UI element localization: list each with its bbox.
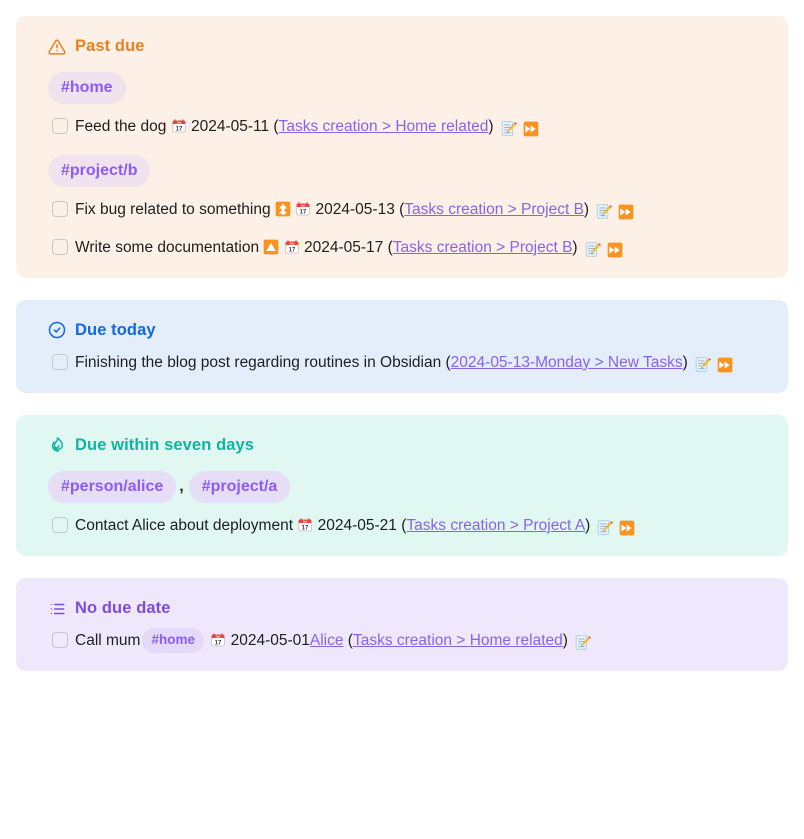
section-due-today: Due today Finishing the blog post regard… bbox=[16, 299, 788, 393]
tag-group: #person/alice, #project/a bbox=[48, 470, 772, 503]
calendar-icon: July 17 bbox=[295, 201, 311, 218]
inline-tag[interactable]: #home bbox=[142, 628, 204, 653]
task-row: Fix bug related to something July 17 202… bbox=[52, 197, 772, 222]
task-source-link[interactable]: Tasks creation > Project B bbox=[393, 239, 573, 256]
postpone-icon[interactable] bbox=[523, 121, 539, 137]
task-content: Contact Alice about deployment July 17 2… bbox=[75, 513, 772, 538]
task-list: Call mum #home July 17 2024-05-01Alice (T… bbox=[32, 628, 772, 653]
svg-text:17: 17 bbox=[302, 525, 309, 531]
tasks-query-results: Past due #home Feed the dog July 17 2024-… bbox=[0, 0, 804, 839]
task-list: Contact Alice about deployment July 17 2… bbox=[32, 513, 772, 538]
calendar-icon: July 17 bbox=[210, 632, 226, 649]
section-header-due-week: Due within seven days bbox=[48, 436, 772, 455]
task-content: Call mum #home July 17 2024-05-01Alice (T… bbox=[75, 628, 772, 653]
task-list: Finishing the blog post regarding routin… bbox=[32, 350, 772, 375]
section-title: Due today bbox=[75, 320, 156, 339]
task-source-link[interactable]: Tasks creation > Home related bbox=[353, 632, 563, 649]
section-no-due: No due date Call mum #home July 17 2024-0… bbox=[16, 578, 788, 672]
postpone-icon[interactable] bbox=[607, 242, 623, 258]
task-content: Fix bug related to something July 17 202… bbox=[75, 197, 772, 222]
edit-icon[interactable] bbox=[574, 634, 591, 651]
task-list: Feed the dog July 17 2024-05-11 (Tasks c… bbox=[32, 114, 772, 139]
section-due-week: Due within seven days #person/alice, #pro… bbox=[16, 414, 788, 557]
task-checkbox[interactable] bbox=[52, 238, 68, 255]
task-due-date: 2024-05-21 bbox=[317, 517, 397, 534]
svg-text:July: July bbox=[301, 206, 306, 208]
edit-icon[interactable] bbox=[500, 120, 517, 137]
task-text: Feed the dog bbox=[75, 118, 167, 136]
calendar-icon: July 17 bbox=[297, 517, 313, 534]
task-row: Call mum #home July 17 2024-05-01Alice (T… bbox=[52, 628, 772, 653]
task-due-date: 2024-05-11 bbox=[190, 118, 270, 136]
section-header-due-today: Due today bbox=[48, 321, 772, 340]
list-icon bbox=[48, 600, 66, 618]
calendar-icon: July 17 bbox=[284, 239, 300, 256]
svg-text:July: July bbox=[289, 243, 294, 245]
section-title: Past due bbox=[75, 37, 145, 55]
task-row: Contact Alice about deployment July 17 2… bbox=[52, 513, 772, 538]
task-text: Write some documentation bbox=[75, 238, 260, 256]
task-text: Contact Alice about deployment bbox=[75, 517, 293, 534]
svg-text:17: 17 bbox=[288, 247, 295, 253]
task-content: Feed the dog July 17 2024-05-11 (Tasks c… bbox=[75, 114, 772, 139]
task-text: Call mum bbox=[75, 632, 141, 650]
task-content: Write some documentation July 17 2024-05… bbox=[75, 235, 772, 260]
task-checkbox[interactable] bbox=[52, 353, 68, 370]
task-row: Finishing the blog post regarding routin… bbox=[52, 350, 772, 375]
task-content: Finishing the blog post regarding routin… bbox=[75, 350, 772, 375]
warning-triangle-icon bbox=[48, 38, 66, 56]
edit-icon[interactable] bbox=[584, 241, 601, 258]
tag-pill[interactable]: #person/alice bbox=[48, 470, 177, 503]
postpone-icon[interactable] bbox=[618, 204, 634, 220]
tag-group: #home bbox=[48, 72, 772, 105]
tag-separator: , bbox=[179, 477, 184, 495]
task-checkbox[interactable] bbox=[52, 517, 68, 533]
task-source-link[interactable]: Tasks creation > Project B bbox=[404, 201, 584, 218]
tag-pill[interactable]: #home bbox=[48, 72, 126, 105]
task-row: Write some documentation July 17 2024-05… bbox=[52, 235, 772, 260]
task-row: Feed the dog July 17 2024-05-11 (Tasks c… bbox=[52, 114, 772, 139]
svg-text:July: July bbox=[176, 123, 181, 125]
priority-medium-icon bbox=[263, 239, 279, 256]
task-checkbox[interactable] bbox=[52, 201, 68, 218]
section-title: Due within seven days bbox=[75, 435, 255, 454]
task-checkbox[interactable] bbox=[52, 632, 68, 649]
task-due-date: 2024-05-01 bbox=[230, 632, 310, 650]
task-source-link[interactable]: Tasks creation > Home related bbox=[279, 118, 489, 135]
section-past-due: Past due #home Feed the dog July 17 2024-… bbox=[16, 16, 788, 278]
task-text: Finishing the blog post regarding routin… bbox=[75, 353, 442, 371]
task-person-link[interactable]: Alice bbox=[310, 632, 344, 649]
svg-text:July: July bbox=[216, 637, 221, 639]
section-header-past-due: Past due bbox=[48, 37, 772, 56]
svg-text:July: July bbox=[303, 521, 308, 523]
task-source-link[interactable]: Tasks creation > Project A bbox=[406, 517, 585, 534]
task-due-date: 2024-05-13 bbox=[315, 201, 395, 219]
task-due-date: 2024-05-17 bbox=[304, 238, 384, 256]
task-text: Fix bug related to something bbox=[75, 201, 271, 219]
section-header-no-due: No due date bbox=[48, 599, 772, 618]
postpone-icon[interactable] bbox=[717, 357, 733, 373]
section-title: No due date bbox=[75, 599, 171, 618]
edit-icon[interactable] bbox=[596, 519, 614, 536]
edit-icon[interactable] bbox=[595, 203, 613, 220]
check-circle-icon bbox=[48, 321, 66, 339]
tag-pill[interactable]: #project/a bbox=[188, 470, 291, 503]
task-checkbox[interactable] bbox=[52, 118, 68, 135]
edit-icon[interactable] bbox=[694, 356, 711, 373]
flame-icon bbox=[48, 436, 66, 454]
tag-group: #project/b bbox=[48, 155, 772, 188]
svg-text:17: 17 bbox=[300, 210, 307, 216]
task-source-link[interactable]: 2024-05-13-Monday > New Tasks bbox=[451, 354, 683, 371]
postpone-icon[interactable] bbox=[619, 520, 635, 536]
svg-text:17: 17 bbox=[215, 641, 222, 647]
priority-high-icon bbox=[275, 201, 291, 218]
task-list: Fix bug related to something July 17 202… bbox=[32, 197, 772, 259]
calendar-icon: July 17 bbox=[171, 118, 187, 135]
svg-text:17: 17 bbox=[175, 127, 182, 133]
tag-pill[interactable]: #project/b bbox=[48, 155, 151, 188]
